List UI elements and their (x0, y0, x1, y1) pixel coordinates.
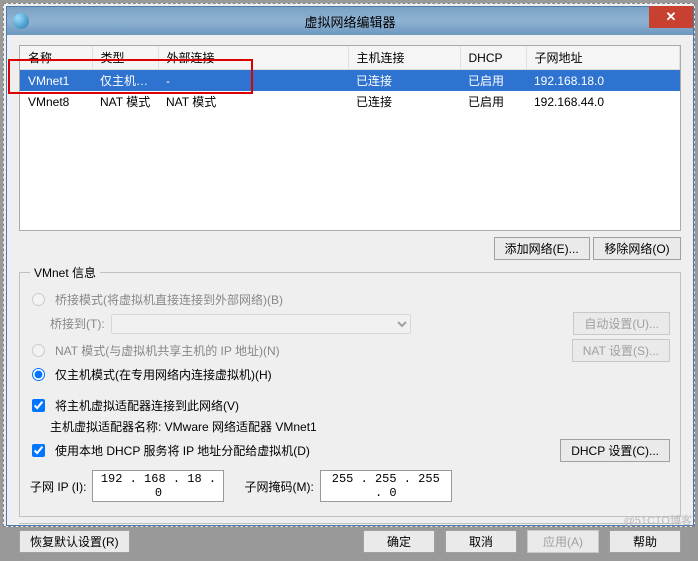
cell-external: NAT 模式 (158, 91, 348, 112)
use-dhcp-label[interactable]: 使用本地 DHCP 服务将 IP 地址分配给虚拟机(D) (55, 442, 310, 459)
app-icon (13, 13, 29, 29)
nat-label: NAT 模式(与虚拟机共享主机的 IP 地址)(N) (55, 342, 280, 359)
col-name[interactable]: 名称 (20, 46, 92, 70)
bridged-to-label: 桥接到(T): (50, 315, 105, 332)
host-only-label[interactable]: 仅主机模式(在专用网络内连接虚拟机)(H) (55, 366, 272, 383)
col-host[interactable]: 主机连接 (348, 46, 460, 70)
vmnet-editor-window: 虚拟网络编辑器 ✕ 名称 类型 外部连接 主机连接 DHCP 子网地址 VMne… (6, 6, 694, 526)
add-network-button[interactable]: 添加网络(E)... (494, 237, 590, 260)
window-title: 虚拟网络编辑器 (304, 12, 395, 31)
vmnet-info-group: VMnet 信息 桥接模式(将虚拟机直接连接到外部网络)(B) 桥接到(T): … (19, 264, 681, 517)
connect-adapter-checkbox[interactable] (32, 399, 45, 412)
dhcp-settings-button[interactable]: DHCP 设置(C)... (560, 439, 670, 462)
titlebar[interactable]: 虚拟网络编辑器 ✕ (7, 7, 693, 35)
table-row[interactable]: VMnet1仅主机…-已连接已启用192.168.18.0 (20, 70, 680, 92)
table-row[interactable]: VMnet8NAT 模式NAT 模式已连接已启用192.168.44.0 (20, 91, 680, 112)
help-button[interactable]: 帮助 (609, 530, 681, 553)
cell-host: 已连接 (348, 91, 460, 112)
col-external[interactable]: 外部连接 (158, 46, 348, 70)
close-button[interactable]: ✕ (649, 6, 693, 28)
cell-host: 已连接 (348, 70, 460, 92)
bridged-radio (32, 293, 45, 306)
subnet-mask-input[interactable]: 255 . 255 . 255 . 0 (320, 470, 452, 502)
vmnet-info-legend: VMnet 信息 (30, 264, 100, 281)
cell-subnet: 192.168.18.0 (526, 70, 680, 92)
host-only-radio[interactable] (32, 368, 45, 381)
cancel-button[interactable]: 取消 (445, 530, 517, 553)
cell-subnet: 192.168.44.0 (526, 91, 680, 112)
connect-adapter-label[interactable]: 将主机虚拟适配器连接到此网络(V) (55, 397, 239, 414)
close-icon: ✕ (666, 9, 677, 25)
subnet-ip-label: 子网 IP (I): (30, 478, 86, 495)
remove-network-button[interactable]: 移除网络(O) (593, 237, 681, 260)
apply-button: 应用(A) (527, 530, 599, 553)
cell-name: VMnet1 (20, 70, 92, 92)
dialog-footer: 恢复默认设置(R) 确定 取消 应用(A) 帮助 (19, 523, 681, 553)
adapter-name-label: 主机虚拟适配器名称: VMware 网络适配器 VMnet1 (50, 418, 317, 435)
watermark: @51CTO博客 (624, 512, 692, 528)
auto-settings-button: 自动设置(U)... (573, 312, 670, 335)
cell-type: NAT 模式 (92, 91, 158, 112)
bridged-to-select (111, 314, 411, 334)
col-dhcp[interactable]: DHCP (460, 46, 526, 70)
restore-defaults-button[interactable]: 恢复默认设置(R) (19, 530, 130, 553)
content-area: 名称 类型 外部连接 主机连接 DHCP 子网地址 VMnet1仅主机…-已连接… (7, 35, 693, 561)
subnet-ip-input[interactable]: 192 . 168 . 18 . 0 (92, 470, 224, 502)
nat-radio (32, 344, 45, 357)
col-type[interactable]: 类型 (92, 46, 158, 70)
subnet-mask-label: 子网掩码(M): (244, 478, 313, 495)
table-header-row: 名称 类型 外部连接 主机连接 DHCP 子网地址 (20, 46, 680, 70)
network-table[interactable]: 名称 类型 外部连接 主机连接 DHCP 子网地址 VMnet1仅主机…-已连接… (19, 45, 681, 231)
ok-button[interactable]: 确定 (363, 530, 435, 553)
cell-type: 仅主机… (92, 70, 158, 92)
col-subnet[interactable]: 子网地址 (526, 46, 680, 70)
cell-external: - (158, 70, 348, 92)
cell-dhcp: 已启用 (460, 91, 526, 112)
cell-dhcp: 已启用 (460, 70, 526, 92)
cell-name: VMnet8 (20, 91, 92, 112)
bridged-label: 桥接模式(将虚拟机直接连接到外部网络)(B) (55, 291, 283, 308)
nat-settings-button: NAT 设置(S)... (572, 339, 670, 362)
use-dhcp-checkbox[interactable] (32, 444, 45, 457)
